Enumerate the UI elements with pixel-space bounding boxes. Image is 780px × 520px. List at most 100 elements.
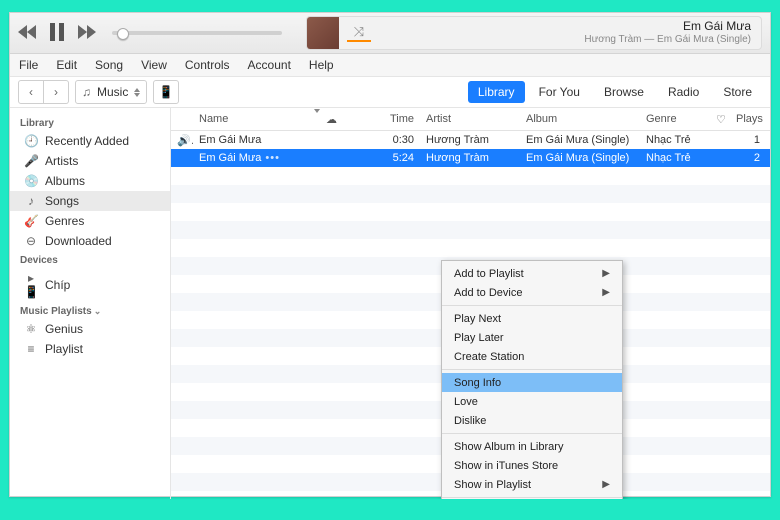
sidebar-item-playlist[interactable]: ≡Playlist — [10, 339, 170, 359]
sidebar-icon: 💿 — [24, 174, 38, 188]
itunes-window: ⤨ Em Gái Mưa Hương Tràm — Em Gái Mưa (Si… — [9, 12, 771, 497]
menu-item-song-info[interactable]: Song Info — [442, 373, 622, 392]
sidebar-icon: 🎸 — [24, 214, 38, 228]
player-bar: ⤨ Em Gái Mưa Hương Tràm — Em Gái Mưa (Si… — [10, 13, 770, 54]
song-genre: Nhạc Trẻ — [640, 134, 710, 146]
menu-item-label: Love — [454, 396, 478, 408]
sidebar-item-downloaded[interactable]: ⊖Downloaded — [10, 231, 170, 251]
sidebar-icon: ⚛ — [24, 322, 38, 336]
volume-slider[interactable] — [112, 31, 282, 35]
menu-separator — [442, 369, 622, 370]
menu-help[interactable]: Help — [300, 54, 343, 76]
song-row[interactable]: 🔊Em Gái Mưa0:30Hương TràmEm Gái Mưa (Sin… — [171, 131, 770, 149]
menu-item-create-station[interactable]: Create Station — [442, 347, 622, 366]
media-source-dropdown[interactable]: ♫ Music — [75, 80, 147, 104]
col-name[interactable]: Name — [193, 113, 308, 125]
tab-radio[interactable]: Radio — [658, 81, 709, 103]
song-row[interactable]: Em Gái Mưa•••5:24Hương TràmEm Gái Mưa (S… — [171, 149, 770, 167]
toolbar: ‹ › ♫ Music 📱 LibraryFor YouBrowseRadioS… — [10, 77, 770, 108]
sidebar: Library🕘Recently Added 🎤 Artists 💿 Albums ♪ So… — [10, 108, 171, 499]
menu-item-show-album-in-library[interactable]: Show Album in Library — [442, 437, 622, 456]
sidebar-item-genius[interactable]: ⚛Genius — [10, 319, 170, 339]
sidebar-item-songs[interactable]: ♪ Songs — [10, 191, 170, 211]
menu-item-label: Show Album in Library — [454, 441, 563, 453]
menu-separator — [442, 305, 622, 306]
menu-item-add-to-device[interactable]: Add to Device▶ — [442, 283, 622, 302]
forward-button[interactable]: › — [44, 80, 69, 104]
device-button[interactable]: 📱 — [153, 80, 179, 104]
sidebar-header-library: Library — [10, 114, 170, 131]
lcd-center: ⤨ — [339, 25, 379, 42]
menu-item-love[interactable]: Love — [442, 392, 622, 411]
song-genre: Nhạc Trẻ — [640, 152, 710, 164]
sidebar-item-label: Genres — [45, 214, 84, 228]
tab-store[interactable]: Store — [713, 81, 762, 103]
progress-indicator — [347, 40, 371, 42]
tab-library[interactable]: Library — [468, 81, 525, 103]
disclosure-icon[interactable]: ⌄ — [94, 306, 102, 316]
empty-row — [171, 167, 770, 185]
menu-item-label: Play Next — [454, 313, 501, 325]
now-playing-lcd: ⤨ Em Gái Mưa Hương Tràm — Em Gái Mưa (Si… — [306, 16, 762, 50]
menu-item-add-to-playlist[interactable]: Add to Playlist▶ — [442, 264, 622, 283]
submenu-arrow-icon: ▶ — [602, 268, 610, 279]
song-plays: 1 — [730, 134, 770, 146]
sidebar-item-artists[interactable]: 🎤 Artists — [10, 151, 170, 171]
sidebar-icon: ⊖ — [24, 234, 38, 248]
submenu-arrow-icon: ▶ — [602, 479, 610, 490]
sidebar-item-chíp[interactable]: ▸ 📱 Chíp — [10, 268, 170, 302]
sidebar-icon: ▸ 📱 — [24, 271, 38, 299]
tab-browse[interactable]: Browse — [594, 81, 654, 103]
tab-for-you[interactable]: For You — [529, 81, 590, 103]
sidebar-item-label: Albums — [45, 174, 85, 188]
context-menu: Add to Playlist▶Add to Device▶Play NextP… — [441, 260, 623, 499]
now-playing-subtitle: Hương Tràm — Em Gái Mưa (Single) — [379, 34, 751, 47]
sidebar-header-devices: Devices — [10, 251, 170, 268]
sidebar-icon: 🎤 — [24, 154, 38, 168]
col-genre[interactable]: Genre — [640, 113, 710, 125]
sidebar-icon: 🕘 — [24, 134, 38, 148]
col-time[interactable]: Time — [380, 113, 420, 125]
sidebar-item-genres[interactable]: 🎸 Genres — [10, 211, 170, 231]
view-tabs: LibraryFor YouBrowseRadioStore — [468, 81, 762, 103]
sidebar-item-label: Artists — [45, 154, 78, 168]
menu-file[interactable]: File — [10, 54, 47, 76]
menu-song[interactable]: Song — [86, 54, 132, 76]
sidebar-item-label: Chíp — [45, 278, 70, 292]
menu-controls[interactable]: Controls — [176, 54, 239, 76]
menu-account[interactable]: Account — [239, 54, 300, 76]
previous-button[interactable] — [18, 25, 36, 42]
sidebar-item-recently-added[interactable]: 🕘Recently Added — [10, 131, 170, 151]
menu-item-show-in-itunes-store[interactable]: Show in iTunes Store — [442, 456, 622, 475]
col-album[interactable]: Album — [520, 113, 640, 125]
song-album: Em Gái Mưa (Single) — [520, 152, 640, 164]
more-icon[interactable]: ••• — [265, 152, 280, 164]
pause-button[interactable] — [50, 23, 64, 44]
back-button[interactable]: ‹ — [18, 80, 44, 104]
song-plays: 2 — [730, 152, 770, 164]
sidebar-item-label: Songs — [45, 194, 79, 208]
menu-view[interactable]: View — [132, 54, 176, 76]
song-album: Em Gái Mưa (Single) — [520, 134, 640, 146]
album-art[interactable] — [307, 17, 339, 49]
col-heart[interactable]: ♡ — [710, 113, 730, 126]
menu-item-label: Create Station — [454, 351, 524, 363]
song-time: 0:30 — [380, 134, 420, 146]
menu-edit[interactable]: Edit — [47, 54, 86, 76]
col-cloud[interactable]: ☁ — [320, 113, 340, 126]
col-plays[interactable]: Plays — [730, 113, 770, 125]
menu-item-show-in-playlist[interactable]: Show in Playlist▶ — [442, 475, 622, 494]
song-name: Em Gái Mưa — [199, 134, 261, 146]
menu-item-label: Add to Device — [454, 287, 522, 299]
sidebar-icon: ♪ — [24, 194, 38, 208]
menu-item-play-next[interactable]: Play Next — [442, 309, 622, 328]
sidebar-item-albums[interactable]: 💿 Albums — [10, 171, 170, 191]
next-button[interactable] — [78, 25, 96, 42]
volume-knob[interactable] — [117, 28, 129, 40]
shuffle-icon[interactable]: ⤨ — [354, 25, 364, 38]
menu-item-dislike[interactable]: Dislike — [442, 411, 622, 430]
empty-row — [171, 203, 770, 221]
menu-item-play-later[interactable]: Play Later — [442, 328, 622, 347]
menu-item-label: Song Info — [454, 377, 501, 389]
col-artist[interactable]: Artist — [420, 113, 520, 125]
